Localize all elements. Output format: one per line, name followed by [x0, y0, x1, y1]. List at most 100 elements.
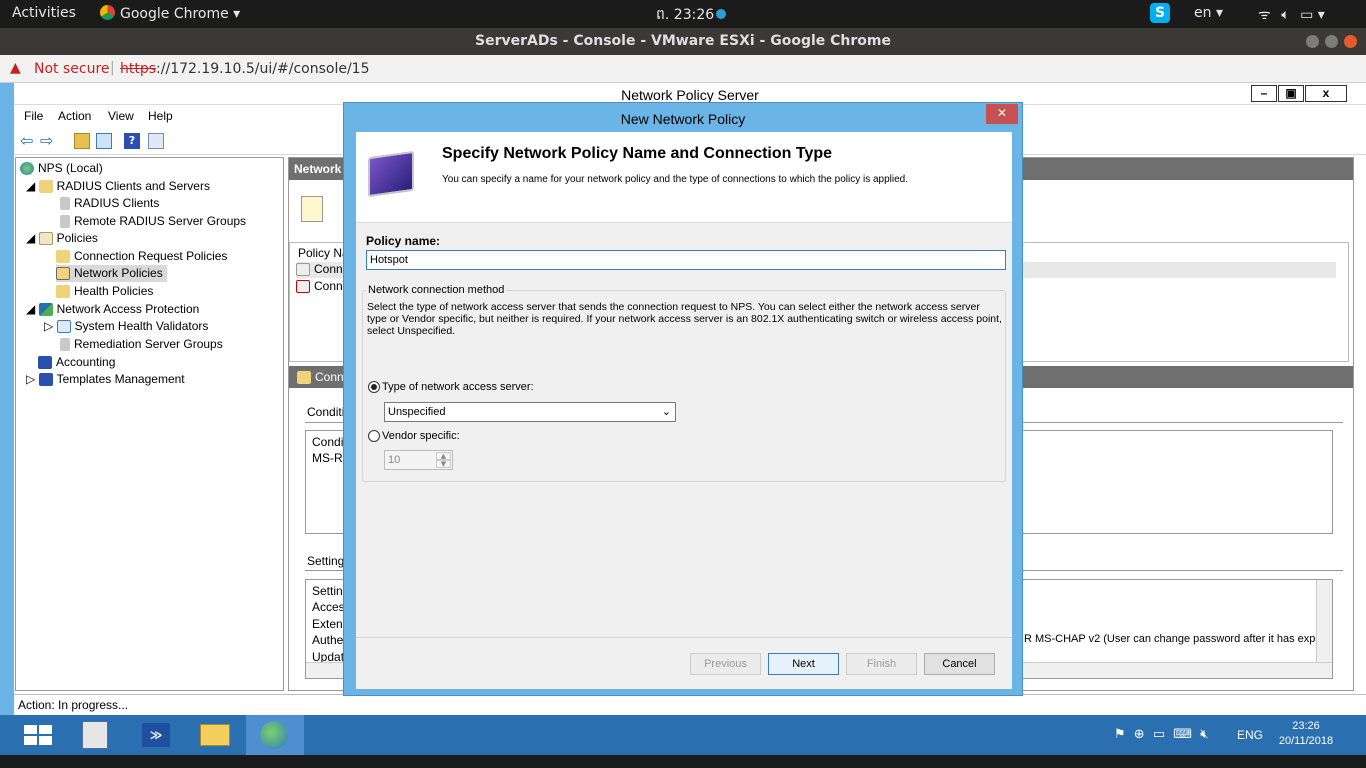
- not-secure-label[interactable]: Not secure: [34, 61, 110, 77]
- dialog-heading: Specify Network Policy Name and Connecti…: [442, 145, 833, 162]
- radio-type-nas[interactable]: [368, 381, 380, 393]
- taskbar-clock[interactable]: 23:26 20/11/2018: [1276, 719, 1336, 749]
- address-bar[interactable]: ▲ Not secure | https://172.19.10.5/ui/#/…: [0, 55, 1366, 83]
- folder-icon: [38, 180, 53, 194]
- templates-icon: [38, 373, 53, 387]
- menu-view[interactable]: View: [108, 109, 134, 123]
- tree-label: Network Access Protection: [56, 302, 200, 316]
- tree-label: Network Policies: [74, 266, 163, 280]
- menu-file[interactable]: File: [24, 109, 43, 123]
- nps-taskbar-button[interactable]: [246, 715, 304, 755]
- clock-text: ព. 23:26: [656, 7, 715, 23]
- windows-logo-icon: [24, 725, 52, 745]
- dialog-close-button[interactable]: ✕: [986, 104, 1018, 124]
- flag-icon[interactable]: ⚑: [1114, 727, 1126, 742]
- previous-button[interactable]: Previous: [690, 653, 761, 675]
- vertical-scrollbar[interactable]: [1316, 580, 1332, 662]
- keyboard-icon[interactable]: ⌨: [1173, 727, 1192, 742]
- auth-methods-text: R MS-CHAP v2 (User can change password a…: [1024, 633, 1328, 645]
- next-button[interactable]: Next: [768, 653, 839, 675]
- tree-item-accounting[interactable]: Accounting: [38, 354, 115, 371]
- app-menu[interactable]: Google Chrome ▾: [100, 5, 240, 22]
- tree-item-health-policies[interactable]: Health Policies: [56, 283, 153, 300]
- cancel-button[interactable]: Cancel: [924, 653, 995, 675]
- group-title: Network connection method: [366, 284, 507, 296]
- help-icon[interactable]: ?: [124, 133, 140, 149]
- policy-row[interactable]: Conne: [296, 279, 349, 294]
- nps-minimize-button[interactable]: –: [1251, 85, 1277, 102]
- volume-muted-icon[interactable]: 🔇︎: [1200, 727, 1208, 742]
- policy-doc-icon: [38, 232, 53, 246]
- radio-vendor-specific[interactable]: [368, 430, 380, 442]
- policy-doc-icon: [301, 196, 323, 222]
- menu-help[interactable]: Help: [148, 109, 173, 123]
- close-window-button[interactable]: [1344, 35, 1357, 48]
- bottom-strip: [0, 755, 1366, 768]
- group-desc-2: type or Vendor specific, but neither is …: [367, 313, 1002, 325]
- menu-action[interactable]: Action: [58, 109, 91, 123]
- app-name: Google Chrome: [120, 6, 229, 22]
- radio-type-nas-label[interactable]: Type of network access server:: [382, 381, 534, 393]
- skype-icon[interactable]: S: [1150, 3, 1170, 23]
- start-button[interactable]: [12, 715, 68, 755]
- tree-item-nps-local[interactable]: NPS (Local): [20, 160, 103, 177]
- tree-label: RADIUS Clients and Servers: [56, 179, 210, 193]
- policy-name-input[interactable]: [366, 250, 1006, 270]
- maximize-window-button[interactable]: [1325, 35, 1338, 48]
- vm-left-border: [0, 83, 14, 715]
- tree-item-templates-management[interactable]: ▷ Templates Management: [26, 371, 185, 388]
- settings-row[interactable]: Authe: [312, 633, 343, 647]
- clock-time: 23:26: [1292, 720, 1320, 732]
- file-explorer-button[interactable]: [188, 715, 244, 755]
- monitor-icon[interactable]: ▭: [1153, 727, 1165, 742]
- dialog-header: Specify Network Policy Name and Connecti…: [356, 132, 1012, 223]
- activities-button[interactable]: Activities: [12, 5, 76, 21]
- forward-arrow-icon[interactable]: ⇨: [40, 133, 56, 149]
- server-manager-button[interactable]: [68, 715, 124, 755]
- finish-button[interactable]: Finish: [846, 653, 917, 675]
- dialog-title: New Network Policy: [620, 111, 746, 127]
- tree-item-system-health-validators[interactable]: ▷ System Health Validators: [44, 318, 208, 335]
- windows-taskbar: ≫ ⚑ ⊕ ▭ ⌨ 🔇︎ ENG 23:26 20/11/2018: [0, 715, 1366, 755]
- up-folder-icon[interactable]: [74, 133, 90, 149]
- url-path: ://172.19.10.5/ui/#/console/15: [156, 61, 370, 77]
- console-tree: NPS (Local) ◢ RADIUS Clients and Servers…: [15, 157, 284, 691]
- tree-item-radius-clients-servers[interactable]: ◢ RADIUS Clients and Servers: [26, 178, 210, 195]
- nps-close-button[interactable]: x: [1305, 85, 1347, 102]
- nap-icon: [38, 303, 53, 317]
- tree-item-remote-radius-groups[interactable]: Remote RADIUS Server Groups: [60, 213, 246, 230]
- vendor-stepper[interactable]: 10 ▲ ▼: [384, 450, 453, 470]
- accounting-icon: [38, 356, 52, 370]
- server-manager-icon: [82, 721, 108, 749]
- radio-vendor-label[interactable]: Vendor specific:: [382, 430, 460, 442]
- clock[interactable]: ព. 23:26: [656, 5, 727, 26]
- system-status-menu[interactable]: ᯤ 🔈︎ ▭ ▾: [1258, 5, 1325, 24]
- wifi-icon: ᯤ: [1258, 7, 1271, 23]
- nps-restore-button[interactable]: ▣: [1278, 85, 1304, 102]
- tree-item-radius-clients[interactable]: RADIUS Clients: [60, 195, 159, 212]
- tree-item-policies[interactable]: ◢ Policies: [26, 230, 98, 247]
- group-desc-1: Select the type of network access server…: [367, 301, 980, 313]
- properties-icon[interactable]: [148, 133, 164, 149]
- network-policy-folder-icon: [56, 267, 70, 281]
- show-hide-tree-icon[interactable]: [96, 133, 112, 149]
- nas-type-select[interactable]: Unspecified ⌄: [384, 402, 676, 422]
- tree-item-network-policies[interactable]: Network Policies: [56, 265, 167, 282]
- deny-icon: [296, 263, 310, 277]
- stepper-down-icon[interactable]: ▼: [436, 460, 451, 468]
- tree-item-connection-request-policies[interactable]: Connection Request Policies: [56, 248, 227, 265]
- powershell-button[interactable]: ≫: [128, 715, 184, 755]
- language-indicator[interactable]: ENG: [1237, 728, 1263, 742]
- tree-label: Remote RADIUS Server Groups: [74, 214, 247, 228]
- tree-item-remediation-server-groups[interactable]: Remediation Server Groups: [60, 336, 223, 353]
- network-icon[interactable]: ⊕: [1134, 727, 1145, 742]
- folder-icon: [56, 285, 70, 299]
- stepper-up-icon[interactable]: ▲: [436, 452, 451, 460]
- url-text[interactable]: https://172.19.10.5/ui/#/console/15: [120, 61, 369, 77]
- tree-item-network-access-protection[interactable]: ◢ Network Access Protection: [26, 301, 199, 318]
- settings-row[interactable]: Acces: [312, 600, 345, 614]
- policy-name-label: Policy name:: [366, 234, 441, 248]
- minimize-window-button[interactable]: [1306, 35, 1319, 48]
- back-arrow-icon[interactable]: ⇦: [20, 133, 36, 149]
- input-language-menu[interactable]: en ▾: [1194, 5, 1223, 21]
